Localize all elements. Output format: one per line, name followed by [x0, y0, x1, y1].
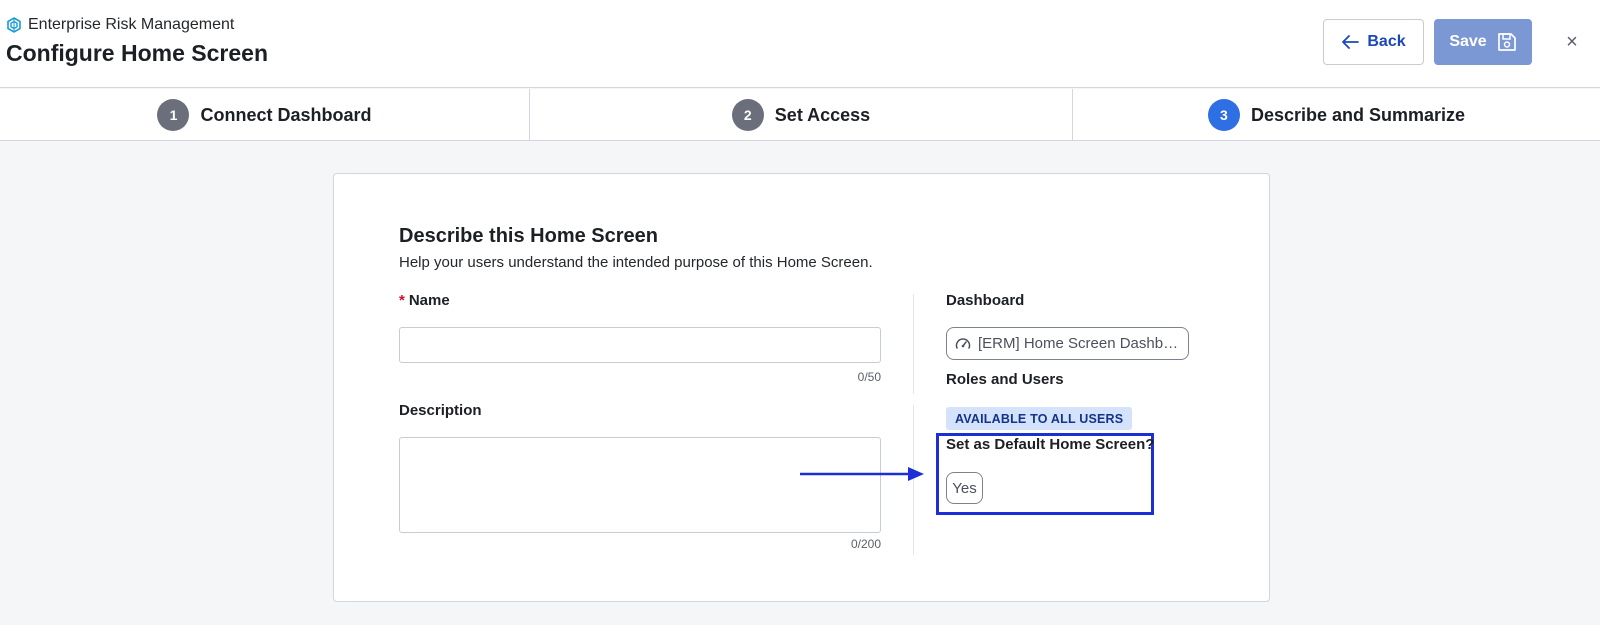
access-status-badge: AVAILABLE TO ALL USERS [946, 407, 1133, 430]
column-divider [913, 294, 914, 394]
annotation-arrow-icon [800, 467, 924, 481]
roles-users-label: Roles and Users [946, 371, 1064, 388]
app-breadcrumb: Enterprise Risk Management [6, 16, 234, 34]
back-button[interactable]: Back [1323, 19, 1424, 65]
dashboard-chip[interactable]: [ERM] Home Screen Dashboard [946, 327, 1189, 360]
step-number: 2 [731, 99, 764, 131]
step-set-access[interactable]: 2 Set Access [529, 89, 1072, 141]
step-connect-dashboard[interactable]: 1 Connect Dashboard [0, 89, 529, 141]
step-label: Describe and Summarize [1250, 104, 1466, 125]
save-disk-icon [1497, 33, 1516, 51]
page-title: Configure Home Screen [6, 40, 268, 66]
section-subtitle: Help your users understand the intended … [399, 254, 873, 271]
dashboard-label: Dashboard [946, 292, 1025, 309]
app-name: Enterprise Risk Management [28, 16, 235, 33]
wizard-steps: 1 Connect Dashboard 2 Set Access 3 Descr… [0, 89, 1600, 141]
name-char-counter: 0/50 [857, 370, 881, 384]
back-button-label: Back [1367, 33, 1406, 50]
step-describe-summarize[interactable]: 3 Describe and Summarize [1072, 89, 1600, 141]
speedometer-icon [955, 337, 971, 349]
default-home-value-chip[interactable]: Yes [946, 472, 983, 504]
save-button[interactable]: Save [1434, 19, 1532, 65]
description-label: Description [399, 402, 482, 419]
required-marker: * [399, 292, 405, 309]
step-label: Connect Dashboard [200, 104, 372, 125]
name-label-text: Name [408, 292, 450, 309]
describe-card: Describe this Home Screen Help your user… [333, 173, 1270, 602]
step-number: 1 [157, 99, 190, 131]
default-home-label: Set as Default Home Screen? [946, 436, 1155, 453]
arrow-left-icon [1342, 35, 1360, 49]
close-icon[interactable]: × [1560, 30, 1584, 54]
name-label: * Name [399, 292, 450, 309]
step-label: Set Access [774, 104, 871, 125]
save-button-label: Save [1449, 33, 1487, 50]
step-number: 3 [1207, 99, 1240, 131]
description-textarea[interactable] [399, 437, 881, 533]
page-header: Enterprise Risk Management Configure Hom… [0, 0, 1600, 88]
name-input[interactable] [399, 327, 881, 363]
description-char-counter: 0/200 [850, 537, 881, 551]
app-logo-icon [6, 17, 22, 33]
dashboard-name: [ERM] Home Screen Dashboard [978, 335, 1180, 352]
section-title: Describe this Home Screen [399, 225, 658, 247]
